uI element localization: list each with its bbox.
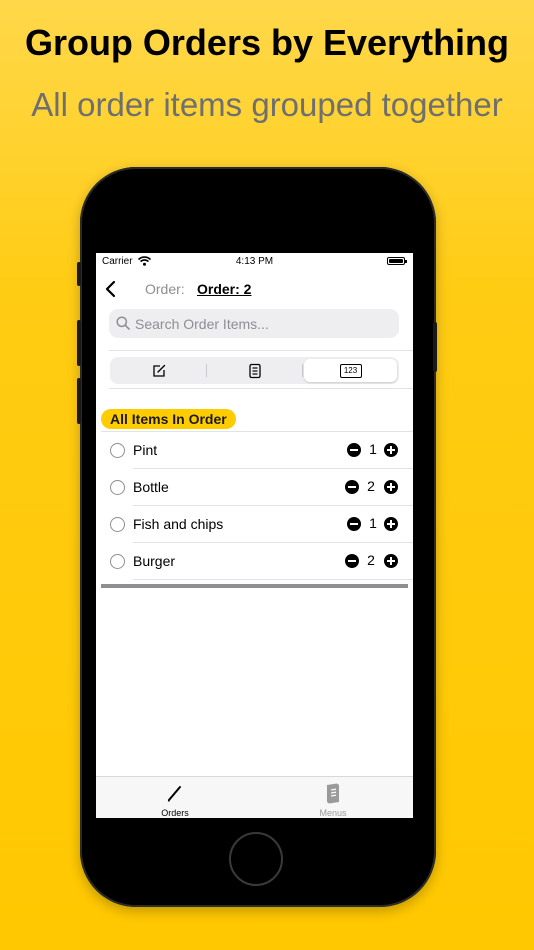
decrement-button[interactable] [345,554,359,568]
tab-label: Menus [319,808,347,818]
numbers-icon-label: 123 [343,365,358,375]
search-input[interactable] [135,309,393,338]
select-radio[interactable] [110,517,125,532]
divider [109,388,413,389]
divider [109,350,413,351]
item-quantity: 1 [369,441,377,457]
promo-headline: Group Orders by Everything [24,22,510,63]
status-bar: Carrier 4:13 PM [96,253,413,271]
phone-volume-up [77,320,81,366]
battery-icon [387,257,407,265]
tab-label: Orders [161,808,189,818]
increment-button[interactable] [384,443,398,457]
chevron-left-icon [105,280,116,298]
select-radio[interactable] [110,554,125,569]
item-name: Burger [133,553,176,569]
phone-volume-down [77,378,81,424]
decrement-button[interactable] [347,443,361,457]
compose-icon [152,364,165,377]
segment-divider [302,364,303,377]
segment-divider [206,364,207,377]
increment-button[interactable] [384,517,398,531]
app-screen: Carrier 4:13 PM Order: Order: 2 Search O… [96,253,413,818]
row-separator [133,579,413,580]
pencil-icon [167,786,181,802]
list-item[interactable]: Fish and chips 1 [96,506,413,543]
back-button[interactable] [102,278,122,300]
list-item[interactable]: Burger 2 [96,543,413,580]
home-button[interactable] [229,832,283,886]
status-time: 4:13 PM [235,256,274,267]
select-radio[interactable] [110,443,125,458]
numbers-123-icon: 123 [339,363,362,378]
increment-button[interactable] [384,480,398,494]
tab-orders[interactable]: Orders [96,777,254,818]
phone-power-button [433,322,437,372]
phone-mute-switch [77,262,81,286]
view-segmented-control[interactable]: 123 [110,357,399,384]
item-quantity: 2 [367,552,375,568]
item-name: Bottle [133,479,169,495]
menu-book-icon [327,783,339,804]
item-name: Pint [133,442,158,458]
order-number-link[interactable]: Order: 2 [197,281,251,297]
tab-bar: Orders Menus [96,776,413,818]
menu-book-icon [248,363,261,378]
search-bar[interactable] [109,309,399,338]
item-name: Fish and chips [133,516,224,532]
segment-numbers[interactable]: 123 [304,359,397,382]
item-quantity: 1 [369,515,377,531]
select-radio[interactable] [110,480,125,495]
list-end-divider [101,584,408,588]
segment-menu[interactable] [208,359,301,382]
section-header-all-items: All Items In Order [101,409,236,429]
promo-subline: All order items grouped together [31,86,503,123]
item-quantity: 2 [367,478,375,494]
search-icon [116,316,130,330]
segment-compose[interactable] [112,359,205,382]
tab-menus[interactable]: Menus [254,777,412,818]
list-item[interactable]: Bottle 2 [96,469,413,506]
order-label: Order: [145,281,185,297]
decrement-button[interactable] [347,517,361,531]
increment-button[interactable] [384,554,398,568]
decrement-button[interactable] [345,480,359,494]
list-item[interactable]: Pint 1 [96,432,413,469]
